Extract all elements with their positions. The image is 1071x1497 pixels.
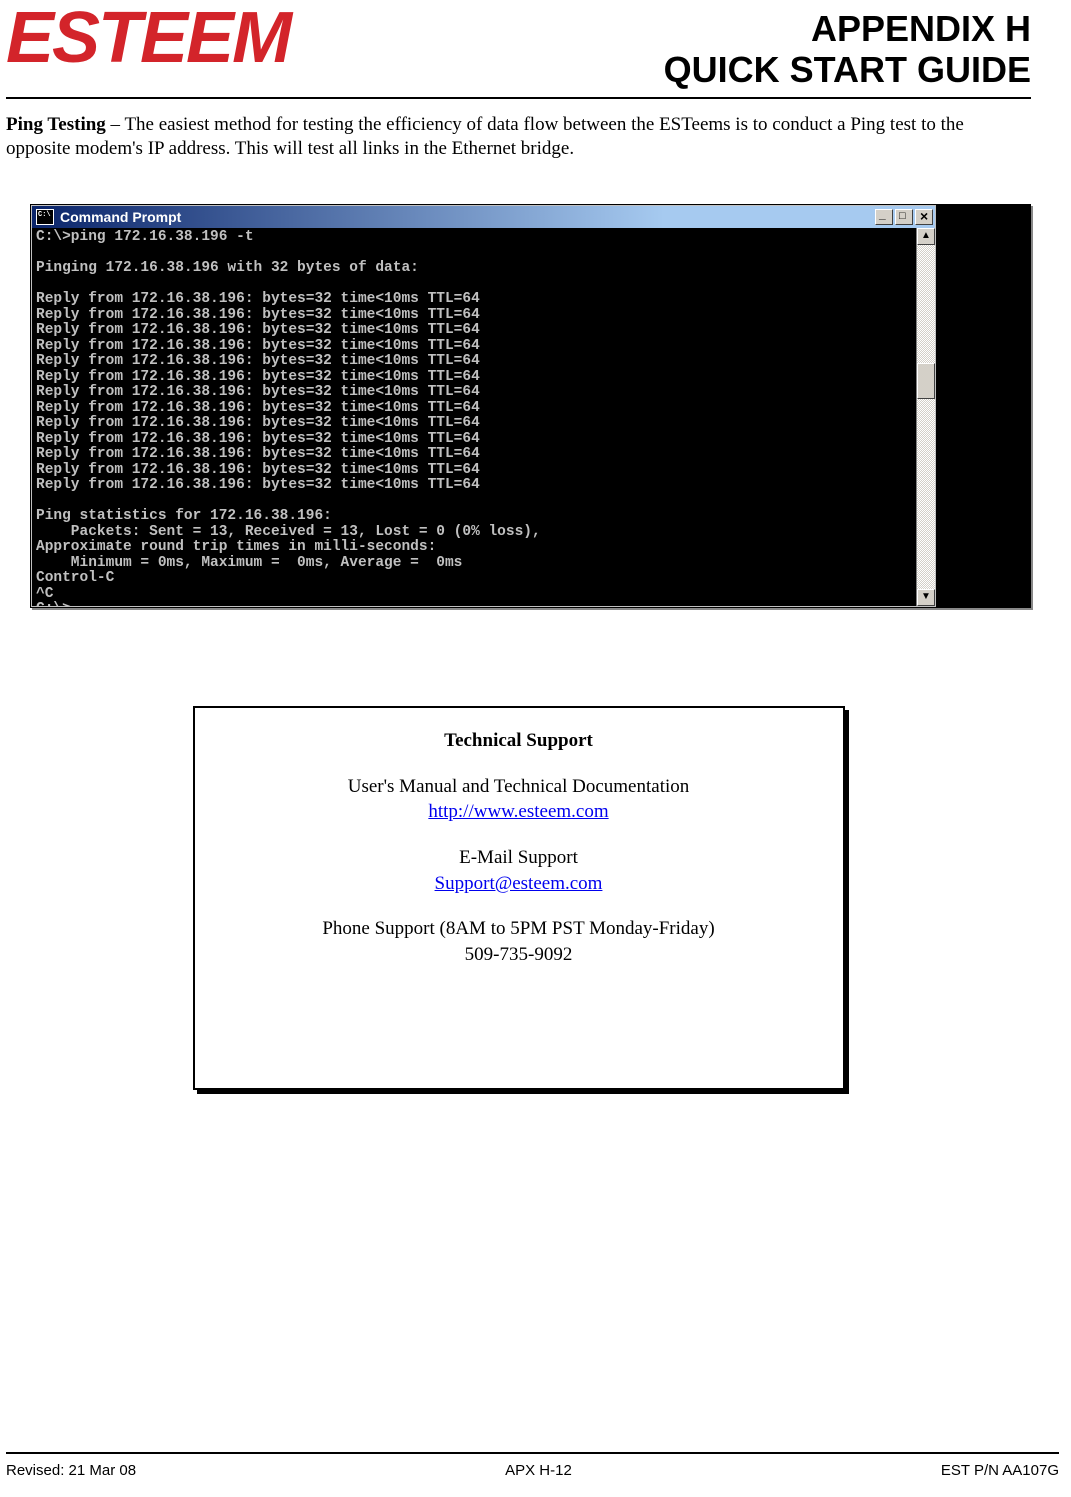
window-controls	[875, 209, 933, 225]
page: ESTEEM APPENDIX H QUICK START GUIDE Ping…	[0, 0, 1071, 1497]
scroll-track[interactable]	[917, 245, 935, 589]
terminal-output[interactable]: C:\>ping 172.16.38.196 -t Pinging 172.16…	[32, 228, 916, 606]
footer-page-number: APX H-12	[505, 1462, 572, 1479]
minimize-button[interactable]	[875, 209, 893, 225]
document-title: APPENDIX H QUICK START GUIDE	[664, 8, 1031, 91]
window-title: Command Prompt	[60, 209, 181, 225]
logo: ESTEEM	[6, 10, 290, 68]
section-label: Ping Testing	[6, 114, 106, 135]
title-line-2: QUICK START GUIDE	[664, 49, 1031, 90]
support-title: Technical Support	[215, 728, 823, 754]
footer-part-number: EST P/N AA107G	[941, 1462, 1059, 1479]
footer-revised: Revised: 21 Mar 08	[6, 1462, 136, 1479]
vertical-scrollbar[interactable]: ▲ ▼	[916, 228, 935, 606]
support-website-link[interactable]: http://www.esteem.com	[428, 801, 608, 822]
screenshot-frame: Command Prompt C:\>ping 172.16.38.196 -t…	[30, 204, 1031, 608]
support-email-link[interactable]: Support@esteem.com	[435, 873, 603, 894]
scroll-thumb[interactable]	[917, 363, 935, 399]
close-button[interactable]	[915, 209, 933, 225]
support-email-label: E-Mail Support	[215, 845, 823, 871]
support-phone-label: Phone Support (8AM to 5PM PST Monday-Fri…	[215, 916, 823, 942]
page-footer: Revised: 21 Mar 08 APX H-12 EST P/N AA10…	[6, 1452, 1059, 1479]
window-body: C:\>ping 172.16.38.196 -t Pinging 172.16…	[32, 228, 935, 606]
scroll-down-button[interactable]: ▼	[917, 589, 935, 606]
maximize-button[interactable]	[895, 209, 913, 225]
titlebar-left: Command Prompt	[36, 209, 181, 225]
logo-text: ESTEEM	[6, 10, 290, 68]
command-prompt-icon	[36, 209, 54, 225]
title-line-1: APPENDIX H	[664, 8, 1031, 49]
scroll-up-button[interactable]: ▲	[917, 228, 935, 245]
section-text: – The easiest method for testing the eff…	[6, 114, 964, 160]
window-titlebar[interactable]: Command Prompt	[32, 206, 935, 228]
command-prompt-window: Command Prompt C:\>ping 172.16.38.196 -t…	[31, 205, 936, 607]
support-phone-number: 509-735-9092	[215, 942, 823, 968]
technical-support-box: Technical Support User's Manual and Tech…	[193, 706, 845, 1089]
support-manual-label: User's Manual and Technical Documentatio…	[215, 774, 823, 800]
intro-paragraph: Ping Testing – The easiest method for te…	[6, 113, 1031, 162]
page-header: ESTEEM APPENDIX H QUICK START GUIDE	[6, 10, 1031, 91]
header-divider	[6, 97, 1031, 99]
footer-divider	[6, 1452, 1059, 1454]
